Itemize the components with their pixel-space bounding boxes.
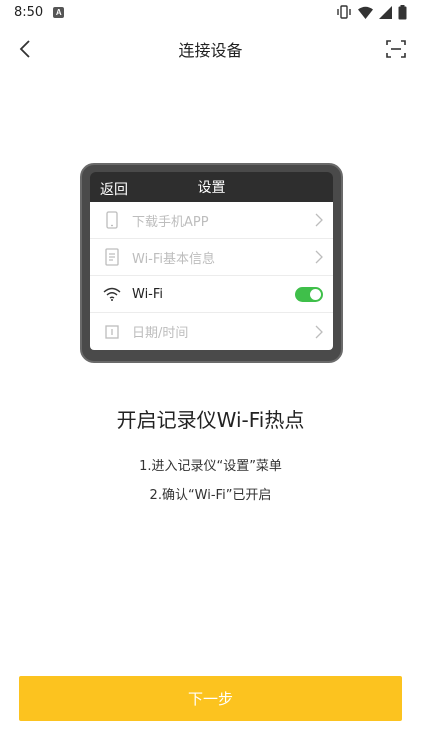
chevron-right-icon bbox=[315, 325, 323, 338]
device-back-label: 返回 bbox=[100, 182, 128, 198]
device-settings-illustration: 返回 设置 下载手机APP Wi-Fi基本信息 Wi-Fi 日期/时间 bbox=[80, 163, 343, 363]
vibrate-icon bbox=[337, 5, 351, 19]
page-title: 连接设备 bbox=[178, 41, 243, 60]
status-left: 8:50 A bbox=[14, 4, 65, 20]
instruction-step-2: 2.确认“Wi-Fi”已开启 bbox=[149, 488, 272, 503]
device-settings-list: 下载手机APP Wi-Fi基本信息 Wi-Fi 日期/时间 bbox=[90, 202, 333, 350]
next-step-button[interactable]: 下一步 bbox=[19, 676, 402, 721]
chevron-right-icon bbox=[315, 250, 323, 264]
back-button[interactable] bbox=[12, 36, 38, 62]
scan-icon bbox=[386, 40, 406, 58]
device-row-wifi-info: Wi-Fi基本信息 bbox=[90, 239, 333, 276]
status-right bbox=[336, 4, 407, 20]
device-row-label: Wi-Fi bbox=[132, 286, 164, 302]
wifi-toggle bbox=[295, 286, 323, 302]
wifi-icon bbox=[102, 284, 122, 304]
battery-icon bbox=[398, 4, 407, 19]
signal-icon bbox=[379, 5, 392, 19]
info-doc-icon bbox=[102, 247, 122, 267]
chevron-left-icon bbox=[19, 40, 30, 58]
wifi-status-icon bbox=[358, 6, 373, 19]
notification-app-icon: A bbox=[53, 6, 65, 18]
device-row-label: Wi-Fi基本信息 bbox=[132, 251, 216, 267]
device-header: 返回 设置 bbox=[90, 172, 333, 202]
nav-bar: 连接设备 bbox=[0, 24, 421, 74]
device-header-title: 设置 bbox=[197, 180, 226, 196]
status-time: 8:50 bbox=[14, 4, 44, 20]
instruction-step-1: 1.进入记录仪“设置”菜单 bbox=[139, 459, 282, 474]
instruction-heading: 开启记录仪Wi-Fi热点 bbox=[116, 408, 305, 432]
phone-icon bbox=[102, 210, 122, 230]
device-row-label: 日期/时间 bbox=[132, 326, 189, 341]
scan-button[interactable] bbox=[383, 36, 409, 62]
chevron-right-icon bbox=[315, 213, 323, 227]
device-row-download-app: 下载手机APP bbox=[90, 202, 333, 239]
device-row-datetime: 日期/时间 bbox=[90, 313, 333, 350]
status-bar: 8:50 A bbox=[0, 0, 421, 24]
device-row-label: 下载手机APP bbox=[132, 214, 209, 230]
device-row-wifi: Wi-Fi bbox=[90, 276, 333, 313]
calendar-icon bbox=[102, 322, 122, 342]
